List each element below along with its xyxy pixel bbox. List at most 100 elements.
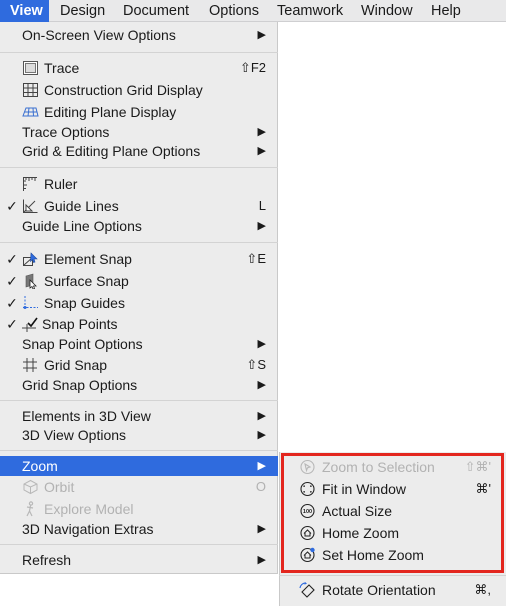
snap-points-icon: [22, 316, 39, 332]
menu-item-label: Fit in Window: [322, 481, 407, 497]
grid-snap-icon: [22, 357, 39, 373]
submenu-arrow-icon: ▶: [257, 29, 266, 41]
menu-separator: [0, 167, 278, 168]
menu-item-label: Zoom: [22, 458, 58, 474]
rotate-icon: [299, 582, 316, 598]
submenu-arrow-icon: ▶: [257, 220, 266, 232]
submenu-arrow-icon: ▶: [257, 126, 266, 138]
menu-teamwork[interactable]: Teamwork: [277, 0, 343, 22]
menu-item-label: Actual Size: [322, 503, 393, 519]
element-snap-icon: [22, 251, 39, 267]
menu-item-snap-points[interactable]: ✓ Snap Points: [0, 314, 278, 334]
menu-item-label: Rotate Orientation: [322, 582, 436, 598]
menu-separator: [279, 575, 506, 576]
checkmark-icon: ✓: [6, 198, 18, 214]
menu-item-rotate-orientation[interactable]: Rotate Orientation ⌘,: [280, 580, 506, 600]
menu-design[interactable]: Design: [60, 0, 105, 22]
shortcut: ⌘': [475, 481, 491, 496]
shortcut: ⇧⌘': [464, 459, 491, 474]
submenu-arrow-icon: ▶: [257, 460, 266, 472]
menu-separator: [0, 400, 278, 401]
menu-item-construction-grid-display[interactable]: Construction Grid Display: [0, 80, 278, 100]
menu-item-label: Set Home Zoom: [322, 547, 424, 563]
menu-item-trace-options[interactable]: Trace Options ▶: [0, 122, 278, 142]
fit-window-icon: [299, 481, 316, 497]
menu-item-label: Element Snap: [44, 251, 132, 267]
menu-item-label: Surface Snap: [44, 273, 129, 289]
menu-item-label: Construction Grid Display: [44, 82, 203, 98]
submenu-arrow-icon: ▶: [257, 410, 266, 422]
menu-item-grid-snap[interactable]: Grid Snap ⇧S: [0, 355, 278, 375]
menu-item-ruler[interactable]: Ruler: [0, 174, 278, 194]
menu-item-refresh[interactable]: Refresh ▶: [0, 550, 278, 570]
menu-separator: [0, 450, 278, 451]
menu-item-guide-lines[interactable]: ✓ Guide Lines L: [0, 196, 278, 216]
menu-item-set-home-zoom[interactable]: Set Home Zoom: [280, 545, 506, 565]
zoom-selection-icon: [299, 459, 316, 475]
menu-item-actual-size[interactable]: 100 Actual Size: [280, 501, 506, 521]
menu-item-trace[interactable]: Trace ⇧F2: [0, 58, 278, 78]
home-zoom-icon: [299, 525, 316, 541]
menu-item-elements-in-3d-view[interactable]: Elements in 3D View ▶: [0, 406, 278, 426]
menu-item-element-snap[interactable]: ✓ Element Snap ⇧E: [0, 249, 278, 269]
menu-item-editing-plane-display[interactable]: Editing Plane Display: [0, 102, 278, 122]
set-home-zoom-icon: [299, 547, 316, 563]
menu-item-label: Editing Plane Display: [44, 104, 177, 120]
menu-item-on-screen-view-options[interactable]: On-Screen View Options ▶: [0, 25, 278, 45]
snap-guides-icon: [22, 295, 39, 311]
shortcut: L: [258, 198, 266, 213]
menu-view[interactable]: View: [0, 0, 49, 22]
checkmark-icon: ✓: [6, 295, 18, 311]
menu-separator: [0, 52, 278, 53]
menu-item-snap-guides[interactable]: ✓ Snap Guides: [0, 293, 278, 313]
submenu-arrow-icon: ▶: [257, 554, 266, 566]
menu-item-label: Grid & Editing Plane Options: [22, 143, 201, 159]
menu-item-label: Orbit: [44, 479, 75, 495]
grid-icon: [22, 82, 39, 98]
menu-item-surface-snap[interactable]: ✓ Surface Snap: [0, 271, 278, 291]
guide-lines-icon: [22, 198, 39, 214]
menu-separator: [0, 544, 278, 545]
menu-item-fit-in-window[interactable]: Fit in Window ⌘': [280, 479, 506, 499]
menu-options[interactable]: Options: [209, 0, 259, 22]
menu-item-label: Snap Points: [42, 316, 118, 332]
submenu-arrow-icon: ▶: [257, 338, 266, 350]
menu-item-label: Ruler: [44, 176, 78, 192]
menu-item-3d-navigation-extras[interactable]: 3D Navigation Extras ▶: [0, 519, 278, 539]
menu-help[interactable]: Help: [431, 0, 461, 22]
menu-item-snap-point-options[interactable]: Snap Point Options ▶: [0, 334, 278, 354]
menu-item-label: 3D View Options: [22, 427, 127, 443]
shortcut: ⌘,: [474, 582, 491, 597]
menu-separator: [0, 242, 278, 243]
menu-item-orbit[interactable]: Orbit O: [0, 477, 278, 497]
menu-item-zoom[interactable]: Zoom ▶: [0, 456, 278, 476]
menu-item-home-zoom[interactable]: Home Zoom: [280, 523, 506, 543]
menu-item-label: Grid Snap Options: [22, 377, 138, 393]
menu-item-label: Zoom to Selection: [322, 459, 435, 475]
menu-item-label: Guide Lines: [44, 198, 119, 214]
menu-item-explore-model[interactable]: Explore Model: [0, 499, 278, 519]
ruler-icon: [22, 176, 39, 192]
submenu-arrow-icon: ▶: [257, 379, 266, 391]
menu-item-guide-line-options[interactable]: Guide Line Options ▶: [0, 216, 278, 236]
checkmark-icon: ✓: [6, 316, 18, 332]
menu-item-label: Trace: [44, 60, 80, 76]
svg-text:100: 100: [303, 509, 312, 515]
surface-snap-icon: [22, 273, 39, 290]
menu-item-label: On-Screen View Options: [22, 27, 176, 43]
menu-item-label: Snap Point Options: [22, 336, 143, 352]
checkmark-icon: ✓: [6, 251, 18, 267]
menu-document[interactable]: Document: [123, 0, 189, 22]
menu-item-label: Grid Snap: [44, 357, 108, 373]
shortcut: ⇧F2: [239, 60, 266, 75]
menu-item-grid-snap-options[interactable]: Grid Snap Options ▶: [0, 375, 278, 395]
menu-item-label: Refresh: [22, 552, 72, 568]
menu-item-grid-editing-plane-options[interactable]: Grid & Editing Plane Options ▶: [0, 141, 278, 161]
submenu-arrow-icon: ▶: [257, 429, 266, 441]
menu-item-label: Guide Line Options: [22, 218, 142, 234]
menu-item-label: Explore Model: [44, 501, 134, 517]
menu-item-zoom-to-selection[interactable]: Zoom to Selection ⇧⌘': [280, 457, 506, 477]
menu-item-3d-view-options[interactable]: 3D View Options ▶: [0, 425, 278, 445]
menu-window[interactable]: Window: [361, 0, 413, 22]
checkmark-icon: ✓: [6, 273, 18, 289]
